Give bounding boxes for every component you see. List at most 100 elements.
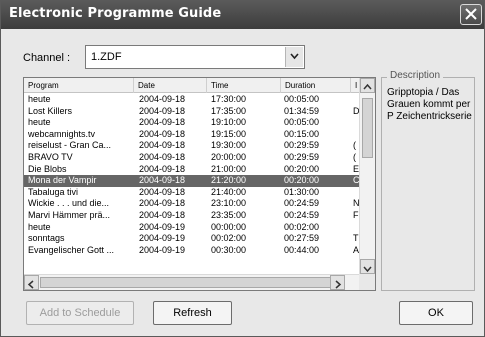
window-title: Electronic Programme Guide [9, 6, 222, 21]
program-cell: BRAVO TV [28, 151, 73, 162]
program-cell: Die Blobs [28, 163, 67, 174]
duration-cell: 01:34:59 [284, 105, 320, 116]
time-cell: 23:35:00 [211, 209, 247, 220]
column-header-duration[interactable]: Duration [281, 78, 351, 93]
channel-dropdown-button[interactable] [285, 47, 303, 67]
table-row[interactable]: Tabaluga tivi 2004-09-18 21:40:00 01:30:00 [24, 187, 359, 199]
table-row[interactable]: Die Blobs 2004-09-18 21:00:00 00:20:00 E [24, 164, 359, 176]
program-cell: Evangelischer Gott ... [28, 244, 115, 255]
program-cell: heute [28, 94, 51, 104]
channel-value: 1.ZDF [91, 51, 122, 63]
time-cell: 19:15:00 [211, 128, 247, 139]
duration-cell: 00:27:59 [284, 233, 320, 244]
duration-cell: 00:05:00 [284, 94, 320, 104]
date-cell: 2004-09-18 [139, 151, 186, 162]
channel-label: Channel : [23, 52, 71, 64]
date-cell: 2004-09-19 [139, 244, 186, 255]
time-cell: 20:00:00 [211, 151, 247, 162]
date-cell: 2004-09-18 [139, 117, 186, 128]
duration-cell: 00:24:59 [284, 198, 320, 209]
program-cell: Marvi Hämmer prä... [28, 209, 111, 220]
date-cell: 2004-09-18 [139, 105, 186, 116]
table-row[interactable]: reiselust - Gran Ca... 2004-09-18 19:30:00… [24, 140, 359, 152]
vertical-scroll-thumb[interactable] [362, 98, 373, 158]
epg-window: Electronic Programme Guide Channel : 1.Z… [0, 0, 485, 337]
table-row[interactable]: heute 2004-09-18 19:10:00 00:05:00 [24, 117, 359, 129]
duration-cell: 01:30:00 [284, 186, 320, 197]
vertical-scrollbar[interactable] [359, 78, 375, 274]
duration-cell: 00:20:00 [284, 175, 320, 186]
programme-list[interactable]: Program Date Time Duration I heute 2004-0… [23, 77, 376, 291]
column-header-date[interactable]: Date [134, 78, 207, 93]
add-to-schedule-button[interactable]: Add to Schedule [26, 301, 134, 325]
date-cell: 2004-09-18 [139, 186, 186, 197]
table-row[interactable]: webcamnights.tv 2004-09-18 19:15:00 00:15:0… [24, 129, 359, 141]
scroll-down-button[interactable] [360, 259, 375, 274]
date-cell: 2004-09-18 [139, 94, 186, 104]
duration-cell: 00:02:00 [284, 221, 320, 232]
duration-cell: 00:20:00 [284, 163, 320, 174]
column-header-program[interactable]: Program [24, 78, 134, 93]
time-cell: 19:30:00 [211, 140, 247, 151]
table-row[interactable]: heute 2004-09-18 17:30:00 00:05:00 [24, 94, 359, 106]
duration-cell: 00:44:00 [284, 244, 320, 255]
refresh-button[interactable]: Refresh [153, 301, 232, 325]
date-cell: 2004-09-18 [139, 175, 186, 186]
time-cell: 00:30:00 [211, 244, 247, 255]
date-cell: 2004-09-18 [139, 209, 186, 220]
date-cell: 2004-09-18 [139, 163, 186, 174]
column-header-time[interactable]: Time [207, 78, 281, 93]
scroll-left-button[interactable] [24, 275, 39, 290]
arrow-up-icon [363, 83, 372, 90]
duration-cell: 00:15:00 [284, 128, 320, 139]
scrollbar-corner [359, 274, 375, 290]
list-header: Program Date Time Duration I [24, 78, 363, 93]
table-row-selected[interactable]: Mona der Vampir 2004-09-18 21:20:00 00:20:0… [24, 175, 359, 187]
chevron-down-icon [290, 53, 299, 60]
date-cell: 2004-09-19 [139, 233, 186, 244]
table-row[interactable]: BRAVO TV 2004-09-18 20:00:00 00:29:59( [24, 152, 359, 164]
description-label: Description [387, 70, 444, 81]
table-row[interactable]: Wickie . . . und die... 2004-09-18 23:10:0… [24, 198, 359, 210]
program-cell: sonntags [28, 233, 65, 244]
arrow-left-icon [27, 280, 34, 289]
ok-button[interactable]: OK [399, 301, 473, 325]
title-bar: Electronic Programme Guide [1, 1, 484, 29]
time-cell: 21:40:00 [211, 186, 247, 197]
list-rows: heute 2004-09-18 17:30:00 00:05:00 Lost Kill… [24, 94, 359, 274]
duration-cell: 00:29:59 [284, 140, 320, 151]
time-cell: 17:35:00 [211, 105, 247, 116]
program-cell: webcamnights.tv [28, 128, 96, 139]
program-cell: heute [28, 117, 51, 128]
time-cell: 21:20:00 [211, 175, 247, 186]
close-button[interactable] [460, 4, 482, 25]
duration-cell: 00:29:59 [284, 151, 320, 162]
close-icon [465, 8, 477, 20]
arrow-right-icon [335, 280, 342, 289]
scroll-right-button[interactable] [330, 275, 345, 290]
table-row[interactable]: sonntags 2004-09-19 00:02:00 00:27:59 T [24, 233, 359, 245]
time-cell: 00:02:00 [211, 233, 247, 244]
horizontal-scrollbar[interactable] [24, 274, 361, 290]
scroll-up-button[interactable] [360, 78, 375, 93]
time-cell: 19:10:00 [211, 117, 247, 128]
time-cell: 23:10:00 [211, 198, 247, 209]
horizontal-scroll-thumb[interactable] [40, 277, 340, 288]
program-cell: Lost Killers [28, 105, 73, 116]
date-cell: 2004-09-19 [139, 221, 186, 232]
table-row[interactable]: Lost Killers 2004-09-18 17:35:00 01:34:59 D [24, 106, 359, 118]
program-cell: heute [28, 221, 51, 232]
date-cell: 2004-09-18 [139, 128, 186, 139]
program-cell: Mona der Vampir [28, 175, 97, 186]
duration-cell: 00:24:59 [284, 209, 320, 220]
table-row[interactable]: heute 2004-09-19 00:00:00 00:02:00 [24, 222, 359, 234]
program-cell: Tabaluga tivi [28, 186, 79, 197]
duration-cell: 00:05:00 [284, 117, 320, 128]
time-cell: 17:30:00 [211, 94, 247, 104]
table-row[interactable]: Evangelischer Gott ... 2004-09-19 00:30:00… [24, 245, 359, 257]
channel-select[interactable]: 1.ZDF [85, 45, 305, 69]
program-cell: Wickie . . . und die... [28, 198, 110, 209]
time-cell: 21:00:00 [211, 163, 247, 174]
date-cell: 2004-09-18 [139, 140, 186, 151]
table-row[interactable]: Marvi Hämmer prä... 2004-09-18 23:35:00 00:… [24, 210, 359, 222]
